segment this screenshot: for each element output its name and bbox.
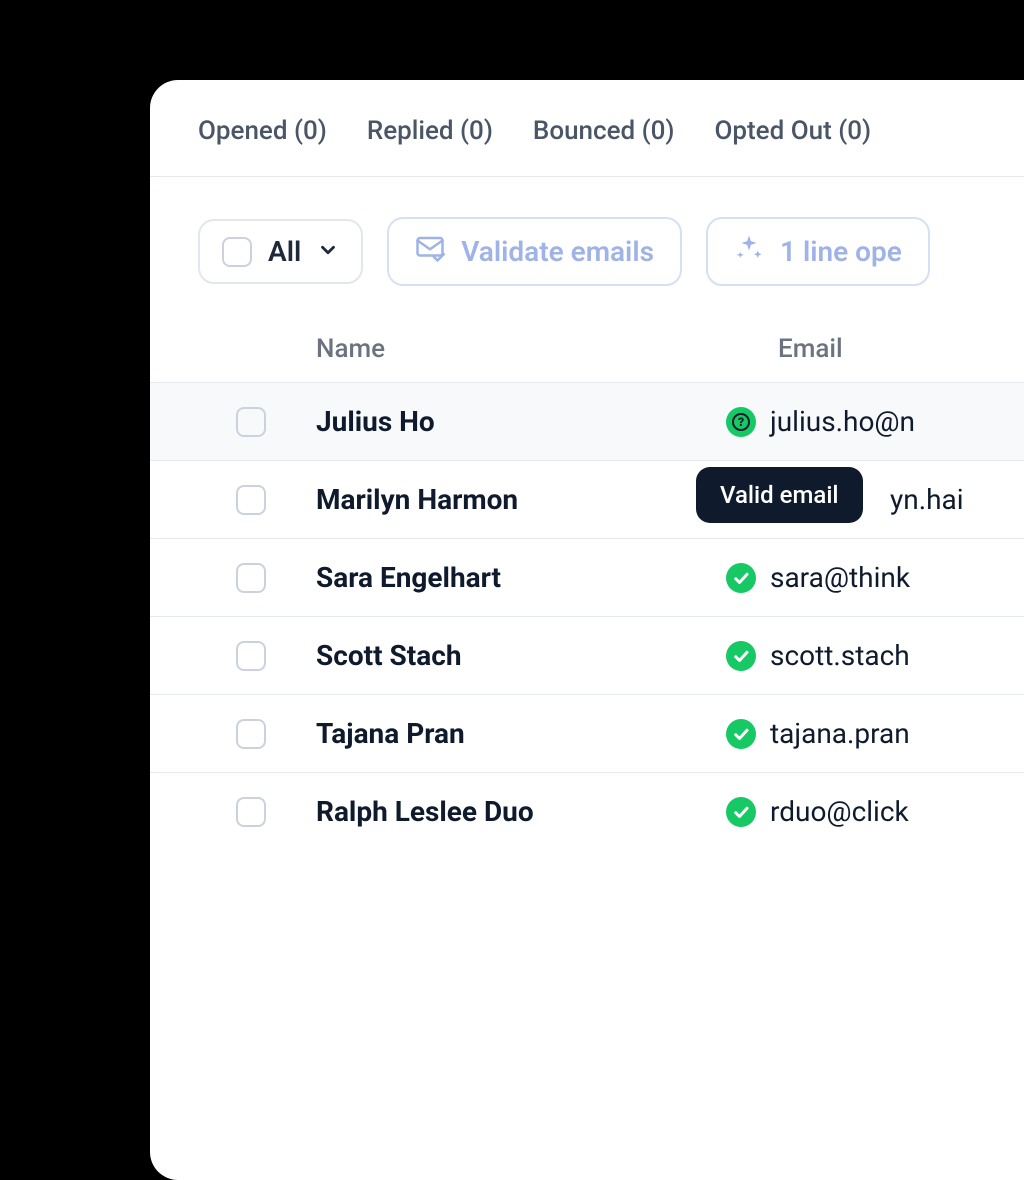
check-status-icon (726, 797, 756, 827)
check-status-icon (726, 719, 756, 749)
tab-bounced[interactable]: Bounced (0) (533, 116, 675, 146)
check-status-icon (726, 563, 756, 593)
col-header-email: Email (778, 334, 1024, 364)
select-all-label: All (268, 235, 301, 268)
row-checkbox[interactable] (236, 641, 266, 671)
row-name: Marilyn Harmon (266, 483, 726, 516)
row-email-cell: tajana.pran (726, 717, 910, 750)
row-email-cell: sara@think (726, 561, 910, 594)
check-status-icon (726, 641, 756, 671)
row-email: sara@think (770, 561, 910, 594)
row-email: tajana.pran (770, 717, 910, 750)
col-header-name: Name (278, 334, 778, 364)
row-name: Ralph Leslee Duo (266, 795, 726, 828)
chevron-down-icon (317, 239, 339, 265)
table-row[interactable]: Scott Stach scott.stach (150, 616, 1024, 694)
row-checkbox[interactable] (236, 407, 266, 437)
row-name: Tajana Pran (266, 717, 726, 750)
row-email-cell: scott.stach (726, 639, 910, 672)
row-email-cell: rduo@click (726, 795, 909, 828)
row-checkbox[interactable] (236, 797, 266, 827)
select-all-checkbox[interactable] (222, 237, 252, 267)
sparkle-icon (734, 233, 764, 270)
tab-opted-out[interactable]: Opted Out (0) (715, 116, 872, 146)
row-email-cell: ? julius.ho@n (726, 405, 915, 438)
table-row[interactable]: Ralph Leslee Duo rduo@click (150, 772, 1024, 850)
tab-opened[interactable]: Opened (0) (198, 116, 327, 146)
tab-replied[interactable]: Replied (0) (367, 116, 493, 146)
row-name: Julius Ho (266, 405, 726, 438)
line-opener-button[interactable]: 1 line ope (706, 217, 930, 286)
table-row[interactable]: Marilyn Harmon Valid email yn.hai (150, 460, 1024, 538)
row-email: scott.stach (770, 639, 910, 672)
toolbar: All Validate emails (150, 177, 1024, 316)
row-checkbox[interactable] (236, 485, 266, 515)
validate-emails-button[interactable]: Validate emails (387, 217, 682, 286)
row-email: yn.hai (890, 483, 964, 516)
table-row[interactable]: Julius Ho ? julius.ho@n (150, 382, 1024, 460)
status-tabs: Opened (0) Replied (0) Bounced (0) Opted… (150, 80, 1024, 177)
validate-emails-label: Validate emails (461, 235, 654, 268)
table-header: Name Email (150, 316, 1024, 382)
row-name: Scott Stach (266, 639, 726, 672)
row-email: rduo@click (770, 795, 909, 828)
valid-email-tooltip: Valid email (696, 467, 863, 523)
table-row[interactable]: Sara Engelhart sara@think (150, 538, 1024, 616)
contacts-table: Name Email Julius Ho ? julius.ho@n Maril… (150, 316, 1024, 850)
question-status-icon: ? (726, 407, 756, 437)
line-opener-label: 1 line ope (780, 235, 902, 268)
row-email-cell: Valid email yn.hai (726, 483, 964, 516)
table-row[interactable]: Tajana Pran tajana.pran (150, 694, 1024, 772)
mail-check-icon (415, 233, 445, 270)
main-panel: Opened (0) Replied (0) Bounced (0) Opted… (150, 80, 1024, 1180)
select-all-dropdown[interactable]: All (198, 219, 363, 284)
row-name: Sara Engelhart (266, 561, 726, 594)
row-checkbox[interactable] (236, 563, 266, 593)
row-email: julius.ho@n (770, 405, 915, 438)
row-checkbox[interactable] (236, 719, 266, 749)
